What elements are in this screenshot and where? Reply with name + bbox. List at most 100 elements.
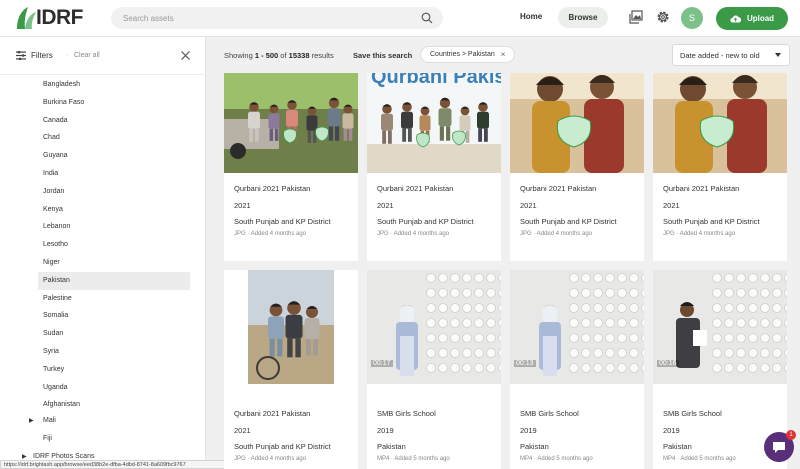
asset-thumbnail[interactable]: [224, 73, 358, 173]
save-search-button[interactable]: Save this search: [353, 51, 412, 60]
filter-item-kenya[interactable]: Kenya: [38, 201, 190, 219]
top-header: IDRF Home Browse S Upload: [0, 0, 800, 37]
active-filter-chip[interactable]: Countries > Pakistan ×: [420, 46, 515, 63]
asset-card[interactable]: Qurbani 2021 Pakistan 2021 South Punjab an…: [224, 73, 358, 261]
upload-button[interactable]: Upload: [716, 7, 788, 30]
status-url-bar: https://idrf.brightash.app/browse/eed38b…: [0, 460, 236, 469]
asset-type: JPG: [234, 456, 246, 462]
asset-location: Pakistan: [377, 442, 406, 451]
collections-icon[interactable]: [629, 10, 643, 24]
filter-item-niger[interactable]: Niger: [38, 254, 190, 272]
asset-card[interactable]: Qurbani 2021 Pakistan 2021 South Punjab an…: [653, 73, 787, 261]
asset-meta: MP4 · Added 5 months ago: [377, 456, 450, 462]
asset-thumbnail[interactable]: [653, 73, 787, 173]
asset-title: Qurbani 2021 Pakistan: [234, 184, 311, 193]
filter-item-guyana[interactable]: Guyana: [38, 147, 190, 165]
chevron-down-icon: [775, 53, 781, 57]
video-duration: 00:16: [657, 360, 679, 367]
asset-location: Pakistan: [663, 442, 692, 451]
asset-meta: MP4 · Added 5 months ago: [520, 456, 593, 462]
asset-thumbnail[interactable]: Qurbani Pakistan: [367, 73, 501, 173]
search-box[interactable]: [111, 7, 443, 29]
close-icon[interactable]: [180, 50, 191, 61]
asset-year: 2021: [234, 426, 251, 435]
filter-item-india[interactable]: India: [38, 165, 190, 183]
filter-item-palestine[interactable]: Palestine: [38, 290, 190, 308]
filter-item-jordan[interactable]: Jordan: [38, 183, 190, 201]
filter-item-syria[interactable]: Syria: [38, 343, 190, 361]
asset-type: JPG: [234, 231, 246, 237]
nav-home-link[interactable]: Home: [520, 12, 542, 21]
filter-item-fiji[interactable]: Fiji: [43, 435, 52, 442]
filter-item-canada[interactable]: Canada: [38, 112, 190, 130]
asset-card[interactable]: Qurbani Pakistan Qurbani 2021 Pakistan 202…: [367, 73, 501, 261]
idrf-logo[interactable]: IDRF: [14, 4, 84, 32]
filter-item-somalia[interactable]: Somalia: [38, 307, 190, 325]
filter-item-lebanon[interactable]: Lebanon: [38, 218, 190, 236]
filter-group-idrf-photos-scans[interactable]: IDRF Photos Scans: [33, 453, 94, 460]
filter-item-lesotho[interactable]: Lesotho: [38, 236, 190, 254]
asset-type: JPG: [377, 231, 389, 237]
upload-label: Upload: [746, 14, 775, 23]
asset-meta: JPG · Added 4 months ago: [663, 231, 735, 237]
asset-card[interactable]: Qurbani 2021 Pakistan 2021 South Punjab an…: [510, 73, 644, 261]
sort-label: Date added - new to old: [680, 50, 760, 60]
asset-title: Qurbani 2021 Pakistan: [377, 184, 454, 193]
asset-added-date: Added 4 months ago: [536, 231, 593, 237]
asset-title: SMB Girls School: [377, 409, 436, 418]
asset-title: Qurbani 2021 Pakistan: [520, 184, 597, 193]
filter-item-burkina-faso[interactable]: Burkina Faso: [38, 94, 190, 112]
filter-item-bangladesh[interactable]: Bangladesh: [38, 76, 190, 94]
asset-card[interactable]: Qurbani 2021 Pakistan 2021 South Punjab an…: [224, 270, 358, 469]
clear-all-link[interactable]: Clear all: [74, 52, 100, 59]
asset-year: 2019: [663, 426, 680, 435]
search-input[interactable]: [123, 7, 413, 29]
asset-thumbnail[interactable]: [510, 73, 644, 173]
gear-icon[interactable]: [656, 10, 670, 24]
filters-label: Filters: [31, 51, 53, 60]
asset-year: 2019: [520, 426, 537, 435]
asset-meta: JPG · Added 4 months ago: [520, 231, 592, 237]
asset-type: JPG: [663, 231, 675, 237]
asset-meta: JPG · Added 4 months ago: [377, 231, 449, 237]
results-toolbar: Showing 1 - 500 of 15338 results Save th…: [207, 37, 800, 73]
asset-added-date: Added 5 months ago: [537, 456, 593, 462]
asset-year: 2021: [663, 201, 680, 210]
filter-item-turkey[interactable]: Turkey: [38, 361, 190, 379]
asset-card[interactable]: 00:17 SMB Girls School 2019 Pakistan MP4 · A…: [367, 270, 501, 469]
asset-type: MP4: [520, 456, 533, 462]
asset-year: 2021: [234, 201, 251, 210]
asset-type: MP4: [377, 456, 390, 462]
caret-right-icon[interactable]: ▶: [22, 453, 27, 460]
filter-item-pakistan[interactable]: Pakistan: [38, 271, 190, 290]
filter-item-mali[interactable]: Mali: [43, 417, 56, 424]
logo-text: IDRF: [36, 6, 84, 29]
filters-icon: [16, 51, 26, 60]
filter-item-chad[interactable]: Chad: [38, 129, 190, 147]
asset-location: South Punjab and KP District: [377, 217, 474, 226]
filter-item-uganda[interactable]: Uganda: [38, 379, 190, 397]
filter-item-afghanistan[interactable]: Afghanistan: [38, 396, 190, 414]
asset-location: South Punjab and KP District: [663, 217, 760, 226]
asset-card[interactable]: 00:13 SMB Girls School 2019 Pakistan MP4 · A…: [510, 270, 644, 469]
sort-select[interactable]: Date added - new to old: [672, 44, 790, 66]
filter-item-sudan[interactable]: Sudan: [38, 325, 190, 343]
asset-thumbnail[interactable]: [224, 270, 358, 384]
asset-year: 2019: [377, 426, 394, 435]
filters-header: Filters · Clear all: [0, 37, 205, 75]
search-icon[interactable]: [421, 12, 433, 24]
filter-sidebar: Filters · Clear all Bangladesh Burkina Fa…: [0, 37, 206, 469]
asset-title: Qurbani 2021 Pakistan: [663, 184, 740, 193]
asset-added-date: Added 5 months ago: [680, 456, 736, 462]
results-total: 15338: [288, 51, 310, 60]
chip-close-icon[interactable]: ×: [501, 50, 506, 59]
showing-prefix: Showing: [224, 51, 255, 60]
asset-title: SMB Girls School: [663, 409, 722, 418]
user-avatar[interactable]: S: [681, 7, 703, 29]
video-duration: 00:17: [371, 360, 393, 367]
asset-added-date: Added 4 months ago: [250, 231, 307, 237]
asset-location: South Punjab and KP District: [234, 442, 331, 451]
country-filter-list: Bangladesh Burkina Faso Canada Chad Guyana In…: [38, 76, 190, 414]
nav-browse-link[interactable]: Browse: [558, 7, 608, 28]
caret-right-icon[interactable]: ▶: [29, 417, 34, 424]
